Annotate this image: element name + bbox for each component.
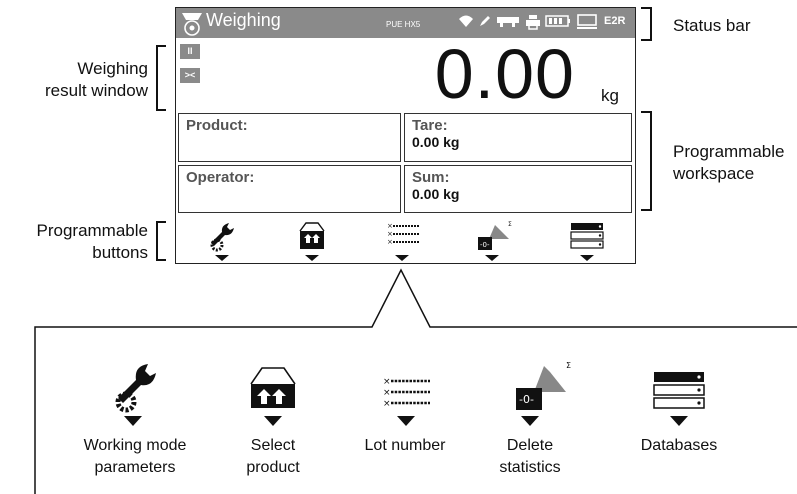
callout-workspace-line2: workspace [673,164,755,183]
svg-text:Σ: Σ [566,361,571,370]
computer-icon [576,14,598,35]
tare-value: 0.00 kg [412,134,460,150]
sum-field[interactable]: Sum: 0.00 kg [404,165,632,213]
lot-number-button[interactable]: × × × [379,219,425,261]
legend-label-select-line1: Select [250,437,296,454]
databases-button[interactable] [564,219,610,261]
operator-field[interactable]: Operator: [178,165,401,213]
legend-label-databases: Databases [640,437,718,454]
legend-label-lot-number: Lot number [364,437,446,454]
pen-icon [478,14,492,33]
legend-label-delete-line2: statistics [499,459,561,476]
select-product-icon [299,222,325,261]
tare-field[interactable]: Tare: 0.00 kg [404,113,632,162]
svg-text:-0-: -0- [480,241,490,249]
svg-text:×: × [387,222,393,230]
zero-button[interactable]: >< [180,68,200,83]
status-code: E2R [604,15,626,27]
working-mode-parameters-icon [115,364,156,426]
delete-statistics-icon: Σ -0- [478,221,512,261]
legend-databases [650,362,710,432]
lot-number-icon: × × × [387,222,419,261]
lot-number-icon: × × × [383,377,430,426]
callout-buttons-line1: Programmable [36,221,149,240]
callout-weighing-result-line1: Weighing [77,59,148,78]
printer-icon [525,14,541,35]
svg-text:×: × [383,388,391,398]
svg-text:Σ: Σ [508,221,512,228]
svg-text:-0-: -0- [519,393,534,406]
weighing-mode-icon[interactable] [181,10,203,41]
select-product-icon [250,367,296,426]
wifi-icon [458,14,474,33]
tare-label: Tare: [412,117,448,134]
battery-icon [545,14,571,33]
sum-label: Sum: [412,169,450,186]
legend-label-delete-line1: Delete [506,437,554,454]
databases-icon [570,223,604,261]
weight-unit: kg [601,86,619,105]
weight-value: 0.00 [434,35,575,113]
legend-label-working-mode-line1: Working mode [83,437,187,454]
legend-select-product [243,360,303,430]
callout-weighing-result-line2: result window [45,81,148,100]
databases-icon [653,372,705,426]
legend-label-working-mode-line2: parameters [94,459,176,476]
svg-text:×: × [383,377,391,387]
status-title: Weighing [206,10,281,30]
sum-value: 0.00 kg [412,186,460,202]
working-mode-parameters-button[interactable] [199,219,245,261]
scanner-icon [496,14,520,33]
product-label: Product: [186,117,248,134]
callout-workspace-line1: Programmable [673,142,785,161]
svg-text:×: × [383,399,391,409]
svg-text:×: × [387,230,393,238]
operator-label: Operator: [186,169,255,186]
pause-button[interactable]: II [180,44,200,59]
delete-statistics-icon: Σ -0- [516,361,571,426]
svg-text:×: × [387,238,393,246]
status-model: PUE HX5 [386,20,421,29]
callout-status-bar: Status bar [673,16,751,35]
product-field[interactable]: Product: [178,113,401,162]
legend-label-select-line2: product [246,459,300,476]
legend-working-mode-parameters [104,360,164,430]
select-product-button[interactable] [289,219,335,261]
legend-lot-number: × × × [380,360,440,430]
legend-delete-statistics: Σ -0- [510,358,580,430]
callout-buttons-line2: buttons [92,243,148,262]
scale-screen: Weighing PUE HX5 E2R II >< 0.00 kg Produ… [175,7,636,264]
working-mode-parameters-icon [210,223,234,261]
delete-statistics-button[interactable]: Σ -0- [469,219,515,261]
